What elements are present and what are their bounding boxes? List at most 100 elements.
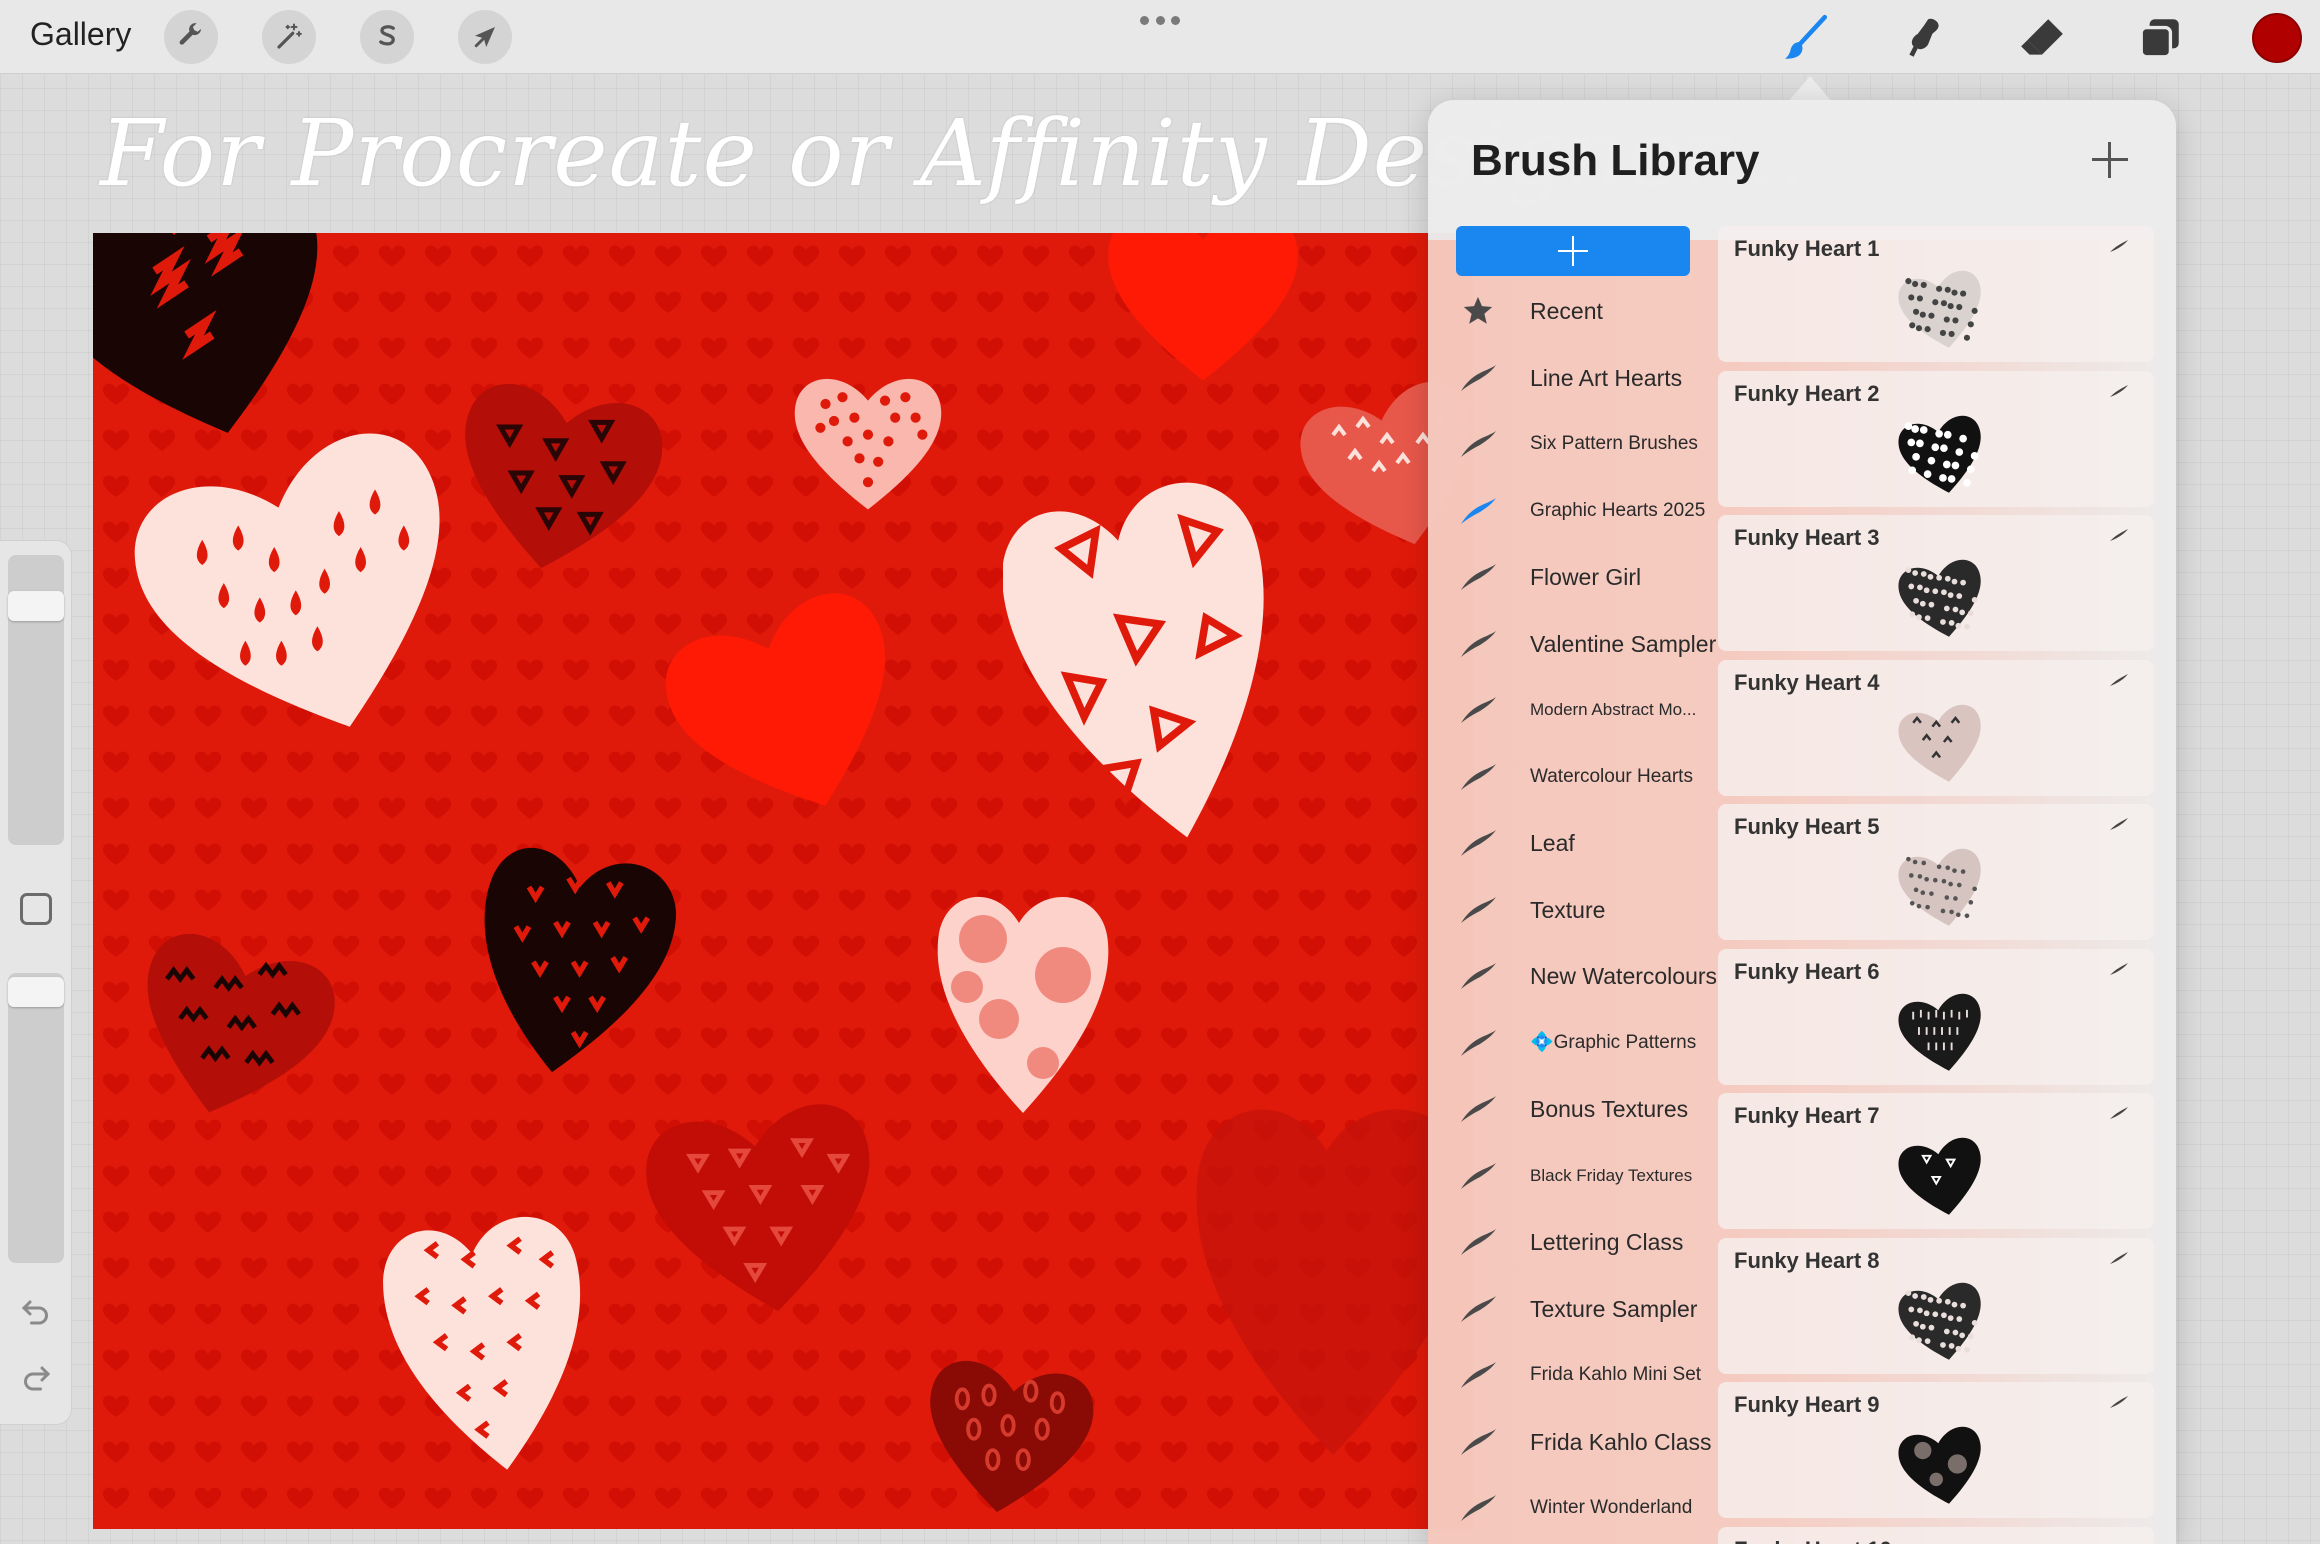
brush-stroke-icon xyxy=(1458,826,1498,860)
brush-stroke-preview xyxy=(1894,1268,1990,1372)
brush-set-item[interactable]: Lettering Class xyxy=(1428,1209,1716,1276)
brush-set-item[interactable]: Texture Sampler xyxy=(1428,1276,1716,1343)
wrench-icon[interactable] xyxy=(164,10,218,64)
brush-set-label: Bonus Textures xyxy=(1530,1096,1689,1122)
magic-wand-icon[interactable] xyxy=(262,10,316,64)
brush-card[interactable]: Funky Heart 5 xyxy=(1718,804,2154,940)
dark-triangle-heart xyxy=(646,1104,870,1312)
brush-card[interactable]: Funky Heart 3 xyxy=(1718,515,2154,651)
brush-source-icon xyxy=(2108,238,2130,254)
brush-set-item[interactable]: Recent xyxy=(1428,278,1716,345)
brush-list: Funky Heart 1 Funky Heart 2 Funky Heart 3 F… xyxy=(1718,226,2154,1544)
brush-set-item[interactable]: Black Friday Textures xyxy=(1428,1143,1716,1210)
arrow-cursor-icon[interactable] xyxy=(458,10,512,64)
color-swatch-button[interactable] xyxy=(2252,13,2302,63)
brush-stroke-preview xyxy=(1894,545,1990,649)
add-brush-icon[interactable] xyxy=(2088,138,2132,182)
brush-set-item[interactable]: Modern Abstract Mo... xyxy=(1428,677,1716,744)
brush-set-item[interactable]: Leaf xyxy=(1428,810,1716,877)
brush-card[interactable]: Funky Heart 1 xyxy=(1718,226,2154,362)
brush-stroke-preview xyxy=(1894,690,1990,794)
new-brush-set-button[interactable] xyxy=(1456,226,1690,276)
brush-icon[interactable] xyxy=(1778,10,1834,66)
brush-name: Funky Heart 7 xyxy=(1734,1103,1880,1128)
brush-set-label: Black Friday Textures xyxy=(1530,1165,1693,1185)
brush-card[interactable]: Funky Heart 10 xyxy=(1718,1526,2154,1544)
smudge-icon[interactable] xyxy=(1896,10,1952,66)
top-toolbar: Gallery xyxy=(0,0,2320,74)
opacity-slider[interactable] xyxy=(8,973,64,1263)
brush-set-item[interactable]: 💠Graphic Patterns xyxy=(1428,1010,1716,1077)
loops-heart xyxy=(930,1360,1094,1513)
brush-stroke-icon xyxy=(1458,760,1498,794)
brush-card[interactable]: Funky Heart 6 xyxy=(1718,948,2154,1085)
brush-set-item[interactable]: Bonus Textures xyxy=(1428,1076,1716,1143)
white-chevron-heart xyxy=(383,1216,580,1470)
gallery-button[interactable]: Gallery xyxy=(30,16,131,53)
brush-name: Funky Heart 5 xyxy=(1734,814,1880,839)
brush-card[interactable]: Funky Heart 2 xyxy=(1718,370,2154,507)
brush-set-label: 💠Graphic Patterns xyxy=(1530,1031,1697,1053)
brush-stroke-icon xyxy=(1458,693,1498,727)
layers-icon[interactable] xyxy=(2132,10,2188,66)
brush-card[interactable]: Funky Heart 7 xyxy=(1718,1093,2154,1229)
brush-stroke-icon xyxy=(1458,1092,1498,1126)
brush-set-item[interactable]: Flower Girl xyxy=(1428,544,1716,611)
brush-card[interactable]: Funky Heart 4 xyxy=(1718,659,2154,796)
opacity-thumb[interactable] xyxy=(8,977,64,1007)
undo-icon[interactable] xyxy=(18,1293,54,1329)
more-dots-icon[interactable] xyxy=(1140,12,1180,28)
brush-stroke-icon xyxy=(1458,959,1498,993)
zigzag-texture-heart xyxy=(147,933,335,1113)
brush-set-item[interactable]: Six Pattern Brushes xyxy=(1428,411,1716,478)
redo-icon[interactable] xyxy=(18,1359,54,1395)
brush-stroke-icon xyxy=(1458,1491,1498,1525)
brush-source-icon xyxy=(2108,961,2130,977)
brush-stroke-icon xyxy=(1458,893,1498,927)
brush-set-item[interactable]: Frida Kahlo Class xyxy=(1428,1409,1716,1476)
brush-set-label: Graphic Hearts 2025 xyxy=(1530,499,1706,521)
brush-set-item[interactable]: Line Art Hearts xyxy=(1428,345,1716,412)
brush-name: Funky Heart 1 xyxy=(1734,236,1880,261)
popover-pointer xyxy=(1788,76,1832,102)
selection-s-icon[interactable] xyxy=(360,10,414,64)
brush-set-item[interactable]: Texture xyxy=(1428,877,1716,944)
brush-source-icon xyxy=(2108,672,2130,688)
artwork-canvas[interactable] xyxy=(93,233,1473,1529)
modify-button[interactable] xyxy=(20,893,52,925)
brush-set-label: Frida Kahlo Mini Set xyxy=(1530,1364,1702,1385)
brush-source-icon xyxy=(2108,1105,2130,1121)
brush-set-item[interactable]: Valentine Sampler xyxy=(1428,611,1716,678)
brush-stroke-preview xyxy=(1894,256,1990,360)
brush-name: Funky Heart 2 xyxy=(1734,380,1880,406)
brush-stroke-icon xyxy=(1458,1425,1498,1459)
brush-source-icon xyxy=(2108,1250,2130,1266)
brush-source-icon xyxy=(2108,816,2130,832)
brush-stroke-preview xyxy=(1894,401,1990,505)
eraser-icon[interactable] xyxy=(2014,10,2070,66)
brush-set-label: Texture xyxy=(1530,896,1606,923)
brush-set-label: Lettering Class xyxy=(1530,1229,1684,1255)
brush-library-title: Brush Library xyxy=(1471,136,1760,185)
brush-stroke-icon xyxy=(1458,1358,1498,1392)
brush-source-icon xyxy=(2108,383,2130,399)
brush-set-item[interactable]: New Watercolours xyxy=(1428,943,1716,1010)
brush-set-label: Leaf xyxy=(1530,830,1575,856)
brush-set-label: Recent xyxy=(1530,298,1603,324)
canvas-headline: For Procreate or Affinity Designer... xyxy=(100,100,1809,207)
brush-card[interactable]: Funky Heart 8 xyxy=(1718,1237,2154,1374)
brush-size-thumb[interactable] xyxy=(8,591,64,621)
brush-card[interactable]: Funky Heart 9 xyxy=(1718,1382,2154,1518)
brush-set-item[interactable]: Watercolour Hearts xyxy=(1428,744,1716,811)
brush-stroke-preview xyxy=(1894,1412,1990,1516)
brush-set-item[interactable]: Graphic Hearts 2025 xyxy=(1428,478,1716,545)
brush-set-label: Flower Girl xyxy=(1530,564,1642,590)
brush-set-item[interactable]: Winter Wonderland xyxy=(1428,1475,1716,1542)
brush-set-label: Watercolour Hearts xyxy=(1530,765,1693,787)
brush-size-slider[interactable] xyxy=(8,555,64,845)
brush-library-panel: Brush Library Recent Line Art Hearts Six P… xyxy=(1428,100,2176,1544)
brush-set-item[interactable]: Frida Kahlo Mini Set xyxy=(1428,1342,1716,1409)
brush-stroke-icon xyxy=(1458,1026,1498,1060)
brush-set-label: New Watercolours xyxy=(1530,963,1716,989)
star-icon xyxy=(1458,294,1498,328)
